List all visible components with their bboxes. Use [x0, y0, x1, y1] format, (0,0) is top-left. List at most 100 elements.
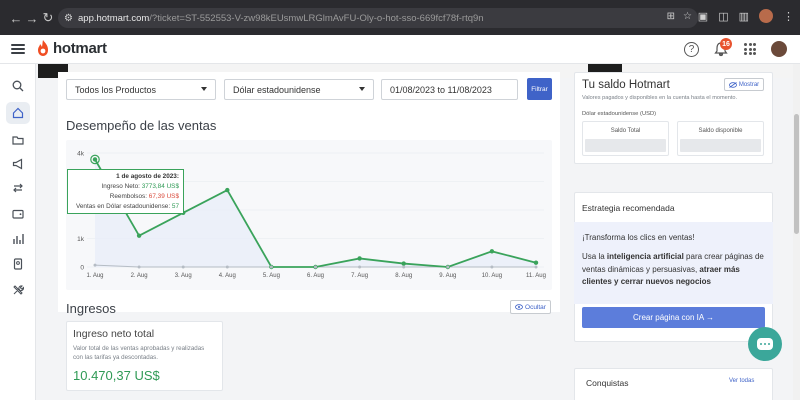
x-tick-label: 5. Aug — [263, 273, 280, 279]
eye-icon — [515, 304, 523, 310]
y-tick-label: 4k — [77, 151, 85, 158]
data-point — [181, 265, 185, 269]
tooltip-count-value: 57 — [171, 203, 179, 210]
chevron-down-icon — [201, 87, 207, 91]
data-point — [446, 265, 450, 269]
available-balance-label: Saldo disponible — [698, 128, 743, 134]
net-income-desc-1: Valor total de las ventas aprobadas y re… — [73, 345, 205, 352]
sales-line-chart[interactable]: 0 1k 4k 1. Aug 2. Aug 3. Aug 4. Aug 5. Aug 6. Au… — [58, 140, 560, 290]
translate-icon[interactable]: ⊞ — [667, 11, 675, 22]
exchange-icon[interactable] — [8, 178, 28, 198]
badge-icon[interactable] — [8, 254, 28, 274]
data-point — [357, 256, 362, 261]
ingresos-title: Ingresos — [66, 301, 116, 316]
data-point — [225, 265, 229, 269]
browser-profile-avatar[interactable] — [759, 9, 773, 23]
strategy-heading: ¡Transforma los clics en ventas! — [582, 233, 695, 242]
data-point — [358, 265, 362, 269]
logo-text: hotmart — [53, 39, 107, 57]
strategy-text: Usa la inteligencia artificial para crea… — [582, 252, 764, 286]
tooltip-net-value: 3773,84 US$ — [141, 183, 179, 190]
tooltip-net-label: Ingreso Neto: — [101, 183, 140, 190]
data-point — [490, 265, 494, 269]
data-point — [137, 265, 141, 269]
tooltip-refund-label: Reembolsos: — [109, 193, 148, 200]
net-income-card: Ingreso neto total Valor total de las ve… — [66, 321, 223, 391]
bar-chart-icon[interactable] — [8, 229, 28, 249]
data-point — [136, 233, 142, 238]
x-tick-label: 4. Aug — [219, 273, 236, 279]
available-balance-box: Saldo disponible — [677, 121, 764, 156]
extensions-icon[interactable]: ▣ — [698, 10, 708, 23]
y-tick-label: 1k — [77, 236, 85, 243]
strategy-title: Estrategia recomendada — [582, 203, 675, 213]
tooltip-count-label: Ventas en Dólar estadounidense: — [75, 203, 171, 210]
show-balance-label: Mostrar — [738, 81, 760, 88]
left-sidebar — [0, 64, 36, 400]
total-balance-label: Saldo Total — [610, 128, 641, 134]
search-icon[interactable] — [8, 76, 28, 96]
balance-desc: Valores pagados y disponibles en la cuen… — [582, 95, 738, 101]
x-tick-label: 7. Aug — [351, 273, 368, 279]
data-point — [225, 187, 230, 193]
url-domain: app.hotmart.com — [78, 12, 150, 24]
chat-bubble-icon — [757, 338, 773, 350]
balance-currency: Dólar estadounidense (USD) — [582, 111, 657, 117]
data-point — [533, 260, 539, 265]
data-point — [489, 249, 495, 254]
home-icon[interactable] — [6, 102, 30, 124]
folder-icon[interactable] — [8, 130, 28, 150]
url-path: /?ticket=ST-552553-V-zw98kEUsmwLRGlmAvFU… — [149, 12, 484, 24]
tooltip-refund-value: 67,39 US$ — [148, 193, 179, 200]
sidepanel-icon[interactable]: ▥ — [739, 10, 749, 23]
browser-toolbar: ← → ↻ ⚙ app.hotmart.com /?ticket=ST-5525… — [0, 0, 800, 35]
chevron-down-icon — [359, 87, 365, 91]
balance-title: Tu saldo Hotmart — [582, 79, 670, 91]
chart-tooltip: 1 de agosto de 2023: Ingreso Neto: 3773,… — [67, 169, 184, 214]
data-point — [93, 263, 97, 267]
browser-menu-icon[interactable]: ⋮ — [783, 10, 794, 23]
tools-icon[interactable] — [8, 280, 28, 300]
show-balance-button[interactable]: Mostrar — [724, 78, 764, 91]
data-point — [402, 265, 406, 269]
create-page-ai-button[interactable]: Crear página con IA → — [582, 307, 765, 328]
address-bar[interactable]: ⚙ app.hotmart.com /?ticket=ST-552553-V-z… — [58, 8, 698, 28]
scrollbar-thumb[interactable] — [794, 114, 799, 234]
x-tick-label: 6. Aug — [307, 273, 324, 279]
net-income-title: Ingreso neto total — [73, 328, 155, 340]
eye-off-icon — [728, 81, 737, 88]
bookmark-star-icon[interactable]: ☆ — [683, 11, 692, 22]
puzzle-icon[interactable]: ◫ — [718, 10, 728, 23]
product-select-value: Todos los Productos — [75, 84, 157, 95]
product-select[interactable]: Todos los Productos — [66, 79, 216, 100]
menu-icon[interactable] — [11, 42, 25, 56]
currency-select-value: Dólar estadounidense — [233, 84, 321, 95]
megaphone-icon[interactable] — [8, 154, 28, 174]
x-tick-label: 8. Aug — [395, 273, 412, 279]
hide-button-label: Ocultar — [525, 303, 546, 311]
sales-title: Desempeño de las ventas — [66, 118, 217, 133]
y-tick-label: 0 — [80, 265, 84, 272]
data-point — [314, 265, 317, 269]
currency-select[interactable]: Dólar estadounidense — [224, 79, 374, 100]
chat-button[interactable] — [748, 327, 782, 361]
help-icon[interactable]: ? — [684, 42, 699, 57]
date-range-input[interactable]: 01/08/2023 to 11/08/2023 — [381, 79, 518, 100]
x-tick-label: 11. Aug — [526, 273, 546, 279]
apps-grid-icon[interactable] — [744, 43, 756, 55]
x-tick-label: 1. Aug — [86, 273, 103, 279]
app-header: hotmart ? 16 — [0, 35, 800, 64]
site-info-icon[interactable]: ⚙ — [64, 13, 78, 24]
x-tick-label: 10. Aug — [482, 273, 502, 279]
reload-icon[interactable]: ↻ — [38, 8, 58, 28]
wallet-icon[interactable] — [8, 204, 28, 224]
x-tick-label: 9. Aug — [439, 273, 456, 279]
user-avatar[interactable] — [771, 41, 787, 57]
hide-button[interactable]: Ocultar — [510, 300, 551, 314]
scrollbar[interactable] — [793, 64, 800, 400]
view-all-link[interactable]: Ver todas — [729, 378, 754, 384]
notification-badge: 16 — [720, 38, 732, 50]
filter-button[interactable]: Filtrar — [527, 78, 552, 100]
hotmart-logo[interactable]: hotmart — [36, 39, 107, 57]
total-balance-box: Saldo Total — [582, 121, 669, 156]
